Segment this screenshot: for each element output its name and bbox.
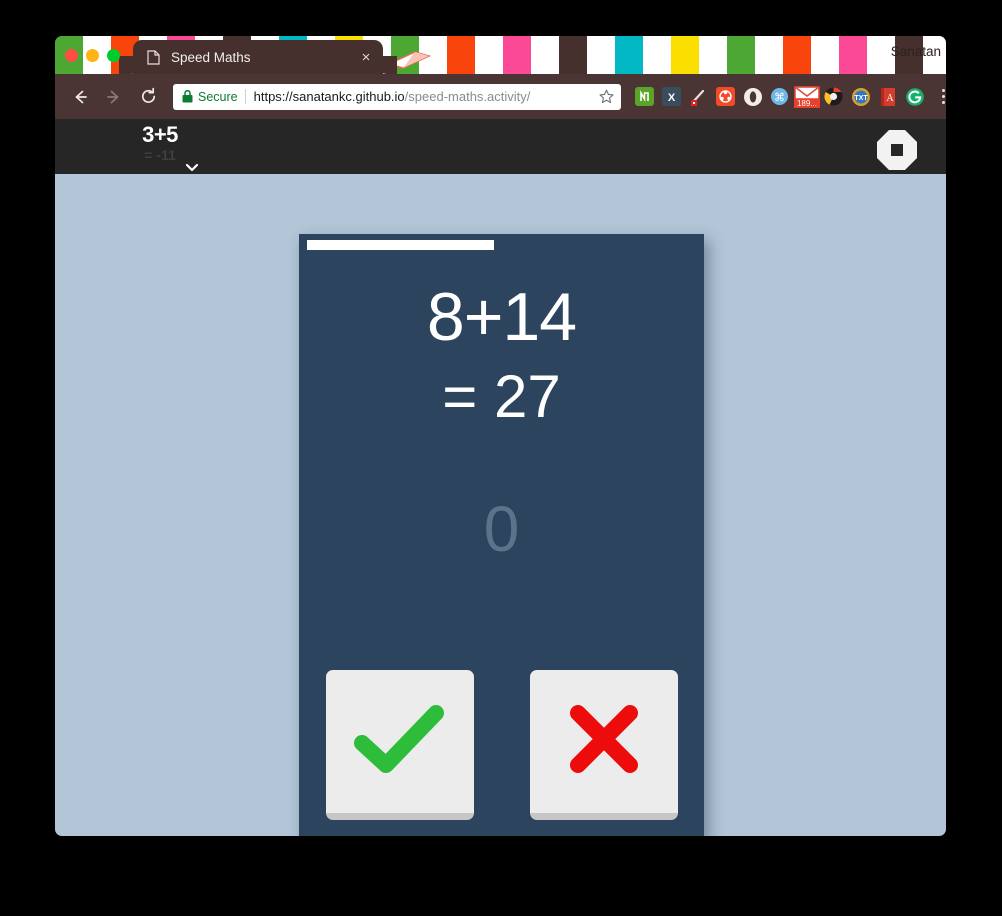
- quiz-card: 8+14 = 27 0: [299, 234, 704, 836]
- svg-text:X: X: [668, 92, 676, 104]
- check-icon: [350, 699, 450, 784]
- svg-text:⌘: ⌘: [774, 92, 785, 104]
- mendeley-extension-icon[interactable]: ⌘: [766, 83, 793, 110]
- header-mini-equation: 3+5 = -11: [120, 122, 200, 164]
- wrong-answer-button[interactable]: [529, 670, 678, 820]
- bookmark-star-icon[interactable]: [599, 89, 614, 104]
- dictionary-extension-icon[interactable]: A: [874, 83, 901, 110]
- svg-text:TXT: TXT: [854, 95, 868, 102]
- page-content: 8+14 = 27 0: [55, 174, 946, 836]
- evernote-extension-icon[interactable]: [631, 83, 658, 110]
- equation-display: 8+14 = 27: [299, 278, 704, 438]
- score-display: 0: [483, 493, 520, 565]
- profile-name-label[interactable]: Sanatan: [891, 44, 941, 59]
- browser-menu-button[interactable]: [932, 83, 946, 110]
- extensions-area: X ⌘ 189... TXT A: [631, 83, 946, 110]
- browser-tab-speed-maths[interactable]: Speed Maths ×: [119, 40, 397, 74]
- zoom-window-button[interactable]: [107, 49, 120, 62]
- minimize-window-button[interactable]: [86, 49, 99, 62]
- proposed-answer-text: = 27: [442, 363, 561, 430]
- close-tab-button[interactable]: ×: [357, 50, 375, 65]
- opera-extension-icon[interactable]: [739, 83, 766, 110]
- app-header: 3+5 = -11: [55, 119, 946, 174]
- tab-title: Speed Maths: [171, 49, 251, 65]
- gmail-extension-icon[interactable]: 189...: [793, 83, 820, 110]
- question-text: 8+14: [426, 279, 577, 355]
- close-window-button[interactable]: [65, 49, 78, 62]
- excel-extension-icon[interactable]: X: [658, 83, 685, 110]
- grammarly-extension-icon[interactable]: [901, 83, 928, 110]
- reload-button[interactable]: [133, 82, 163, 112]
- screenshot-root: Speed Maths × Sanatan Secure https://san…: [0, 0, 1002, 916]
- progress-bar: [307, 240, 696, 250]
- eyedropper-extension-icon[interactable]: [685, 83, 712, 110]
- chevron-down-icon[interactable]: [185, 163, 199, 173]
- forward-button[interactable]: [99, 82, 129, 112]
- header-answer-label: = -11: [144, 147, 176, 163]
- url-path: /speed-maths.activity/: [404, 89, 531, 104]
- window-controls: [65, 49, 120, 62]
- browser-window: Speed Maths × Sanatan Secure https://san…: [55, 36, 946, 836]
- svg-text:189...: 189...: [796, 99, 816, 108]
- svg-text:A: A: [886, 93, 894, 104]
- progress-bar-fill: [307, 240, 494, 250]
- url-text: https://sanatankc.github.io/speed-maths.…: [254, 89, 593, 104]
- answer-buttons: [299, 670, 704, 820]
- tab-strip: Speed Maths × Sanatan: [55, 36, 946, 74]
- header-question-label: 3+5: [142, 122, 178, 147]
- stop-button[interactable]: [876, 129, 918, 171]
- colorpick-extension-icon[interactable]: [712, 83, 739, 110]
- back-button[interactable]: [65, 82, 95, 112]
- lock-icon: [182, 90, 193, 103]
- txt-extension-icon[interactable]: TXT: [847, 83, 874, 110]
- chrome-extension-icon[interactable]: [820, 83, 847, 110]
- browser-toolbar: Secure https://sanatankc.github.io/speed…: [55, 74, 946, 119]
- address-bar[interactable]: Secure https://sanatankc.github.io/speed…: [173, 83, 621, 110]
- omnibox-divider: [244, 89, 246, 104]
- url-origin: https://sanatankc.github.io: [253, 89, 405, 104]
- security-status-label: Secure: [198, 89, 238, 104]
- document-icon: [147, 49, 160, 65]
- cross-icon: [564, 699, 644, 784]
- correct-answer-button[interactable]: [325, 670, 474, 820]
